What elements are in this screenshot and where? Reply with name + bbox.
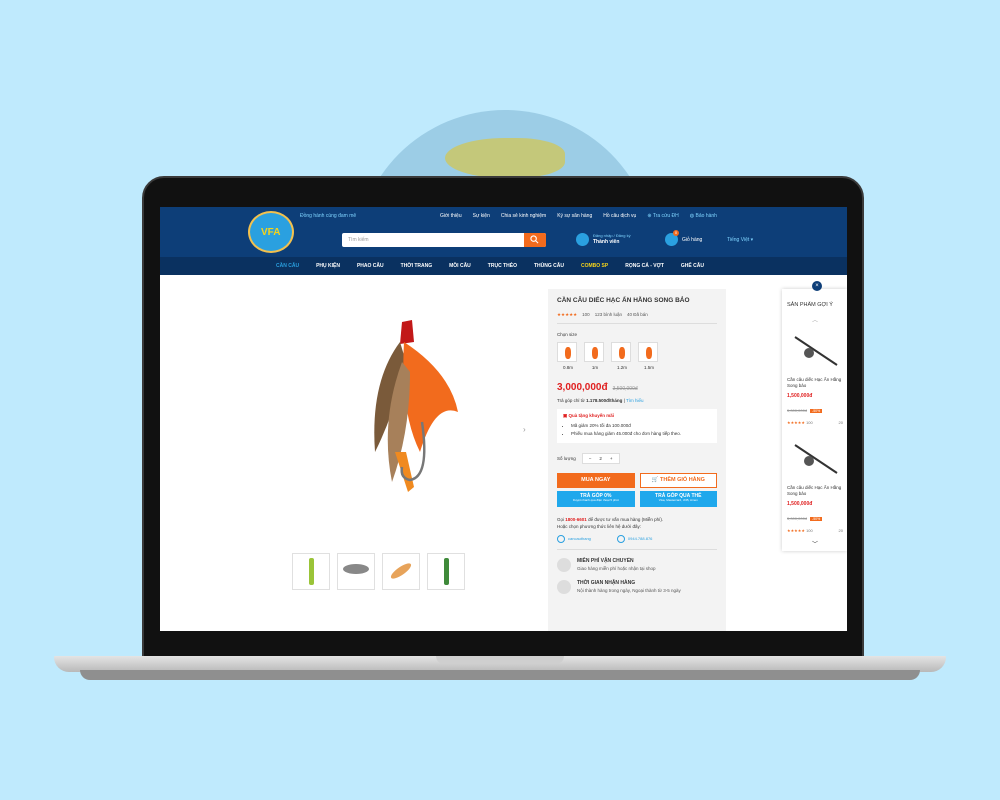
site-header: VFA Đồng hành cùng đam mê Giới thiệu Sự … xyxy=(160,207,847,257)
chevron-down-icon[interactable]: ﹀ xyxy=(812,539,818,548)
suggestion-item[interactable]: Cần câu diếc Hạc Ấn Hằng Song bảo 1,500,… xyxy=(787,329,843,425)
truck-icon xyxy=(557,558,571,573)
nav-gioi-thieu[interactable]: Giới thiệu xyxy=(440,213,462,219)
thumbnail[interactable] xyxy=(382,553,420,590)
nav-chia-se[interactable]: Chia sẻ kinh nghiệm xyxy=(501,213,546,219)
language-select[interactable]: Tiếng Việt ▾ xyxy=(727,237,753,243)
cat-rong-ca[interactable]: RỌNG CÁ - VỢT xyxy=(625,263,664,269)
cat-phu-kien[interactable]: PHỤ KIỆN xyxy=(316,263,340,269)
search-input[interactable]: Tìm kiếm xyxy=(342,233,546,247)
product-detail-panel: CẦN CÂU DIẾC HẠC ẤN HẰNG SONG BẢO ★★★★★ … xyxy=(548,289,726,631)
facebook-icon xyxy=(557,535,565,544)
cart-badge: 0 xyxy=(673,230,679,236)
nav-ho-cau[interactable]: Hồ câu dịch vụ xyxy=(603,213,636,219)
old-price: 3,500,000đ xyxy=(612,386,638,392)
learn-more-link[interactable]: Tìm hiểu xyxy=(626,398,644,403)
cat-ghe-cau[interactable]: GHẾ CÂU xyxy=(681,263,704,269)
cart-icon: 🛒 xyxy=(651,477,660,483)
installment-info: Trả góp chỉ từ 1.178.500đ/tháng | Tìm hi… xyxy=(557,398,644,403)
browser-screen: VFA Đồng hành cùng đam mê Giới thiệu Sự … xyxy=(160,207,847,631)
category-bar: CẦN CÂU PHỤ KIỆN PHAO CÂU THỜI TRANG MỒI… xyxy=(160,257,847,275)
thumbnail[interactable] xyxy=(337,553,375,590)
plus-button[interactable]: + xyxy=(610,456,613,461)
quantity-stepper[interactable]: − 2 + xyxy=(581,453,620,464)
zalo-icon xyxy=(616,535,625,544)
zalo-link[interactable]: 0944.788.876 xyxy=(616,535,652,544)
cat-moi-cau[interactable]: MỒI CÂU xyxy=(449,263,471,269)
size-option[interactable]: 1m xyxy=(584,342,606,370)
chevron-up-icon[interactable]: ︿ xyxy=(812,315,818,324)
hotline-info: Gọi 1800-6601 để được tư vấn mua hàng (M… xyxy=(557,517,664,530)
thumbnail[interactable] xyxy=(292,553,330,590)
buy-now-button[interactable]: MUA NGAY xyxy=(557,473,635,488)
size-option[interactable]: 1.2m xyxy=(611,342,633,370)
nav-su-kien[interactable]: Sự kiện xyxy=(473,213,490,219)
suggestion-item[interactable]: Cần câu diếc Hạc Ấn Hằng Song bảo 1,500,… xyxy=(787,437,843,533)
thumbnail[interactable] xyxy=(427,553,465,590)
cart-link[interactable]: 0 Giỏ hàng xyxy=(665,230,702,246)
nav-ky-su[interactable]: Ký sự săn hàng xyxy=(557,213,592,219)
cart-icon: 0 xyxy=(665,230,679,246)
next-image-arrow[interactable]: › xyxy=(523,425,526,434)
search-icon xyxy=(530,235,539,244)
thumbnail-strip xyxy=(292,553,465,590)
installment-card-button[interactable]: TRẢ GÓP QUA THẺ Visa, Mastercard, JCB, Am… xyxy=(639,491,717,507)
cat-truc-theo[interactable]: TRỤC THẺO xyxy=(488,263,517,269)
minus-button[interactable]: − xyxy=(589,456,592,461)
close-icon[interactable]: × xyxy=(812,281,822,291)
laptop-notch xyxy=(436,656,564,664)
rating-row: ★★★★★ 100 123 bình luận 40 Đã bán xyxy=(557,312,648,318)
review-count[interactable]: 123 bình luận xyxy=(595,312,622,318)
site-logo[interactable]: VFA xyxy=(248,211,294,253)
suggestions-panel: × SẢN PHẨM GỢI Ý ︿ Cần câu diếc Hạc Ấn H… xyxy=(782,281,847,551)
tagline: Đồng hành cùng đam mê xyxy=(300,213,357,219)
size-options: 0.8m 1m 1.2m 1.5m xyxy=(557,342,717,370)
top-nav: Giới thiệu Sự kiện Chia sẻ kinh nghiệm K… xyxy=(440,213,717,219)
size-option[interactable]: 1.5m xyxy=(638,342,660,370)
product-main-image xyxy=(374,320,458,492)
product-price: 3,000,000đ xyxy=(557,382,608,393)
suggestions-title: SẢN PHẨM GỢI Ý xyxy=(787,302,833,308)
cat-can-cau[interactable]: CẦN CÂU xyxy=(276,263,299,269)
order-lookup-link[interactable]: ⊕ Tra cứu ĐH xyxy=(647,213,678,219)
gift-box: ▣ Quà tặng khuyến mãi Mã giảm 20% tối đa… xyxy=(557,409,717,443)
hotline-number[interactable]: 1800-6601 xyxy=(565,517,587,522)
cat-combo[interactable]: COMBO SP xyxy=(581,263,608,269)
add-to-cart-button[interactable]: 🛒 THÊM GIỎ HÀNG xyxy=(639,473,717,488)
facebook-link[interactable]: cancauthang xyxy=(557,535,591,544)
search-button[interactable] xyxy=(524,233,546,247)
delivery-feature: THỜI GIAN NHẬN HÀNG Nội thành hàng trong … xyxy=(557,580,717,595)
star-rating: ★★★★★ xyxy=(557,312,578,317)
product-title: CẦN CÂU DIẾC HẠC ẤN HẰNG SONG BẢO xyxy=(557,297,690,304)
cat-thoi-trang[interactable]: THỜI TRANG xyxy=(401,263,432,269)
account-link[interactable]: Đăng nhập / Đăng ký Thành viên xyxy=(576,233,631,246)
warranty-link[interactable]: ◍ Bảo hành xyxy=(690,213,717,219)
size-option[interactable]: 0.8m xyxy=(557,342,579,370)
user-icon xyxy=(576,233,589,246)
cat-thung-cau[interactable]: THÙNG CÂU xyxy=(534,263,564,269)
installment-0-button[interactable]: TRẢ GÓP 0% Duyệt nhanh qua điện thoại 5 p… xyxy=(557,491,635,507)
cat-phao-cau[interactable]: PHAO CÂU xyxy=(357,263,384,269)
clock-icon xyxy=(557,580,571,595)
sold-count: 40 Đã bán xyxy=(626,312,648,317)
shipping-feature: MIỄN PHÍ VẬN CHUYỂN Giao hàng miễn phí ho… xyxy=(557,558,717,573)
